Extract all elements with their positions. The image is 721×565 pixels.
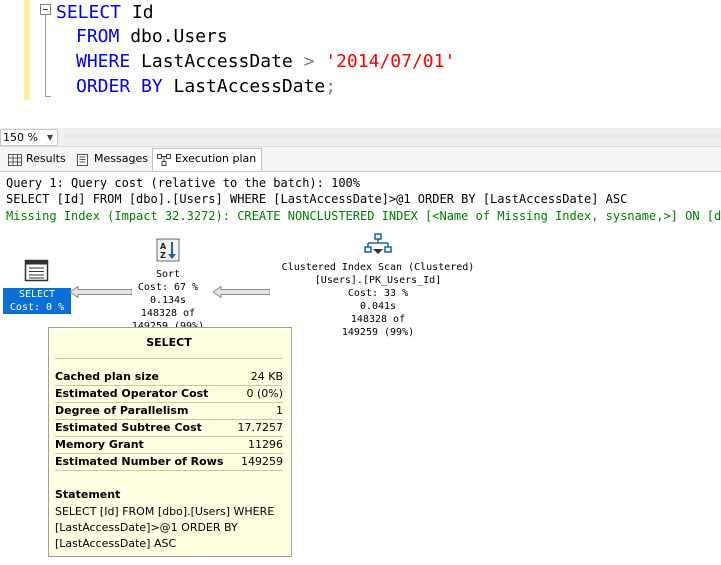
tab-execution-plan[interactable]: Execution plan — [152, 148, 262, 171]
tooltip-row-label: Estimated Operator Cost — [55, 387, 209, 400]
sort-node-rows: 148328 of — [140, 308, 196, 319]
tooltip-row: Estimated Operator Cost 0 (0%) — [55, 386, 283, 403]
horizontal-scrollbar[interactable] — [64, 134, 721, 138]
tooltip-row-label: Cached plan size — [55, 370, 159, 383]
where-column: LastAccessDate — [130, 51, 304, 72]
table-name: dbo.Users — [119, 26, 228, 47]
scan-node-name: Clustered Index Scan (Clustered) — [281, 262, 475, 273]
sort-operator-icon[interactable]: A Z — [156, 238, 180, 262]
keyword-where: WHERE — [76, 51, 131, 72]
code-line-3[interactable]: WHERE LastAccessDate > '2014/07/01' — [76, 49, 455, 74]
tooltip-title: SELECT — [146, 336, 192, 349]
tooltip-row: Estimated Subtree Cost 17.7257 — [55, 420, 283, 437]
outline-fold-line — [45, 15, 46, 97]
tooltip-row: Cached plan size 24 KB — [55, 369, 283, 386]
scan-node-time: 0.041s — [359, 301, 397, 312]
select-node-cost: Cost: 0 % — [3, 301, 71, 314]
grid-icon — [8, 153, 22, 166]
column-id: Id — [121, 2, 154, 23]
semicolon: ; — [325, 76, 337, 97]
sort-node-label[interactable]: Sort Cost: 67 % 0.134s 148328 of 149259 … — [118, 268, 218, 333]
change-tracking-bar — [24, 0, 30, 100]
tab-results-label: Results — [26, 152, 66, 165]
scan-node-estimate: 149259 (99%) — [341, 327, 415, 338]
scan-node-cost: Cost: 33 % — [347, 288, 409, 299]
scan-node-label[interactable]: Clustered Index Scan (Clustered) [Users]… — [258, 261, 498, 339]
scan-node-rows: 148328 of — [350, 314, 406, 325]
tooltip-row-value: 1 — [276, 404, 283, 417]
chevron-down-icon[interactable]: ▼ — [47, 130, 53, 145]
messages-icon — [76, 153, 90, 166]
tab-messages[interactable]: Messages — [72, 149, 152, 169]
scan-node-object: [Users].[PK_Users_Id] — [314, 275, 442, 286]
results-tab-strip: Results Messages Execution plan — [0, 147, 721, 172]
execution-plan-icon — [157, 153, 171, 166]
zoom-select[interactable]: 150 % ▼ — [0, 129, 58, 146]
operator-gt: > — [303, 51, 315, 72]
tooltip-row: Estimated Number of Rows 149259 — [55, 454, 283, 471]
select-operator-icon[interactable] — [24, 259, 50, 283]
statement-text: SELECT [Id] FROM [dbo].[Users] WHERE [La… — [6, 192, 628, 206]
select-node-label[interactable]: SELECT Cost: 0 % — [3, 288, 71, 314]
select-node-name: SELECT — [3, 288, 71, 301]
tooltip-row-label: Degree of Parallelism — [55, 404, 189, 417]
tooltip-row: Memory Grant 11296 — [55, 437, 283, 454]
tooltip-row-value: 17.7257 — [237, 421, 284, 434]
sort-node-name: Sort — [155, 269, 181, 280]
clustered-index-scan-icon[interactable] — [364, 233, 392, 255]
collapse-region-icon[interactable] — [40, 4, 51, 15]
outline-fold-end — [45, 96, 51, 97]
keyword-from: FROM — [76, 26, 120, 47]
order-column: LastAccessDate — [162, 76, 326, 97]
operator-tooltip: SELECT Cached plan size 24 KB Estimated … — [48, 327, 292, 557]
keyword-select: SELECT — [56, 2, 122, 23]
tab-results[interactable]: Results — [4, 149, 70, 169]
sort-node-time: 0.134s — [149, 295, 187, 306]
tooltip-row-label: Estimated Number of Rows — [55, 455, 224, 468]
code-line-1[interactable]: SELECT Id — [56, 0, 154, 25]
tooltip-row-label: Estimated Subtree Cost — [55, 421, 202, 434]
date-literal: '2014/07/01' — [314, 51, 456, 72]
svg-text:A: A — [160, 242, 167, 251]
tooltip-row-value: 11296 — [248, 438, 283, 451]
missing-index-link[interactable]: Missing Index (Impact 32.3272): CREATE N… — [6, 208, 721, 225]
tooltip-row-value: 0 (0%) — [246, 387, 283, 400]
code-line-2[interactable]: FROM dbo.Users — [76, 24, 228, 49]
tooltip-row-label: Memory Grant — [55, 438, 144, 451]
tooltip-row-value: 24 KB — [250, 370, 283, 383]
tab-messages-label: Messages — [94, 152, 148, 165]
query-cost-text: Query 1: Query cost (relative to the bat… — [6, 176, 361, 190]
tooltip-statement-text: SELECT [Id] FROM [dbo].[Users] WHERE [La… — [55, 505, 275, 550]
svg-text:Z: Z — [160, 251, 166, 260]
tooltip-statement-label: Statement — [55, 488, 121, 501]
keyword-order-by: ORDER BY — [76, 76, 163, 97]
tab-execution-plan-label: Execution plan — [175, 152, 257, 165]
tooltip-row: Degree of Parallelism 1 — [55, 403, 283, 420]
tooltip-row-value: 149259 — [241, 455, 283, 468]
code-line-4[interactable]: ORDER BY LastAccessDate; — [76, 74, 336, 99]
zoom-value: 150 % — [3, 131, 38, 144]
sort-node-cost: Cost: 67 % — [137, 282, 199, 293]
tooltip-divider — [55, 358, 283, 359]
